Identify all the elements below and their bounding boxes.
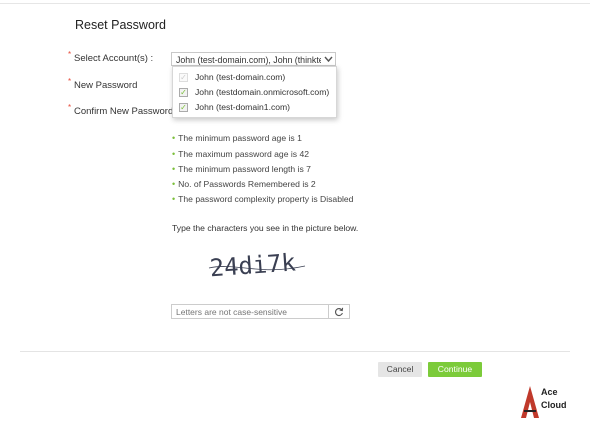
page-title: Reset Password — [75, 18, 167, 32]
account-option[interactable]: ✓ John (testdomain.onmicrosoft.com) — [173, 85, 336, 100]
new-password-label: * New Password — [68, 77, 138, 91]
password-rule: • No. of Passwords Remembered is 2 — [172, 179, 316, 189]
bullet-icon: • — [172, 164, 176, 174]
password-rule: • The password complexity property is Dis… — [172, 194, 354, 204]
captcha-input[interactable] — [171, 304, 329, 319]
account-select[interactable]: John (test-domain.com), John (thinkte — [171, 52, 336, 66]
footer-divider — [20, 351, 570, 352]
confirm-password-label: * Confirm New Password — [68, 103, 174, 117]
bullet-icon: • — [172, 149, 176, 159]
captcha-image: 24di7k — [209, 248, 306, 282]
checkbox[interactable]: ✓ — [179, 103, 188, 112]
checkbox[interactable]: ✓ — [179, 88, 188, 97]
continue-button[interactable]: Continue — [428, 362, 482, 377]
bullet-icon: • — [172, 194, 176, 204]
account-option: ✓ John (test-domain.com) — [173, 70, 336, 85]
select-account-label-text: Select Account(s) : — [74, 53, 154, 64]
account-select-value: John (test-domain.com), John (thinkte — [176, 55, 324, 65]
bullet-icon: • — [172, 179, 176, 189]
logo-text-ace: Ace — [541, 387, 558, 397]
confirm-password-label-text: Confirm New Password — [74, 106, 174, 117]
refresh-icon[interactable] — [328, 304, 350, 319]
account-option-label: John (testdomain.onmicrosoft.com) — [195, 87, 330, 97]
cancel-button[interactable]: Cancel — [378, 362, 422, 377]
password-rule: • The minimum password age is 1 — [172, 133, 302, 143]
new-password-label-text: New Password — [74, 80, 138, 91]
required-asterisk: * — [68, 77, 72, 86]
required-asterisk: * — [68, 103, 72, 112]
required-asterisk: * — [68, 50, 72, 59]
captcha-instruction: Type the characters you see in the pictu… — [172, 223, 359, 233]
logo-text-cloud: Cloud — [541, 400, 567, 410]
account-option-label: John (test-domain.com) — [195, 72, 286, 82]
chevron-down-icon[interactable] — [321, 53, 335, 65]
account-dropdown: ✓ John (test-domain.com) ✓ John (testdom… — [172, 66, 337, 118]
account-option[interactable]: ✓ John (test-domain1.com) — [173, 100, 336, 115]
select-account-label: * Select Account(s) : — [68, 50, 154, 64]
password-rule: • The maximum password age is 42 — [172, 149, 310, 159]
checkbox: ✓ — [179, 73, 188, 82]
bullet-icon: • — [172, 133, 176, 143]
captcha-text: 24di7k — [209, 248, 297, 282]
top-divider — [0, 3, 590, 4]
account-option-label: John (test-domain1.com) — [195, 102, 291, 112]
password-rule: • The minimum password length is 7 — [172, 164, 311, 174]
